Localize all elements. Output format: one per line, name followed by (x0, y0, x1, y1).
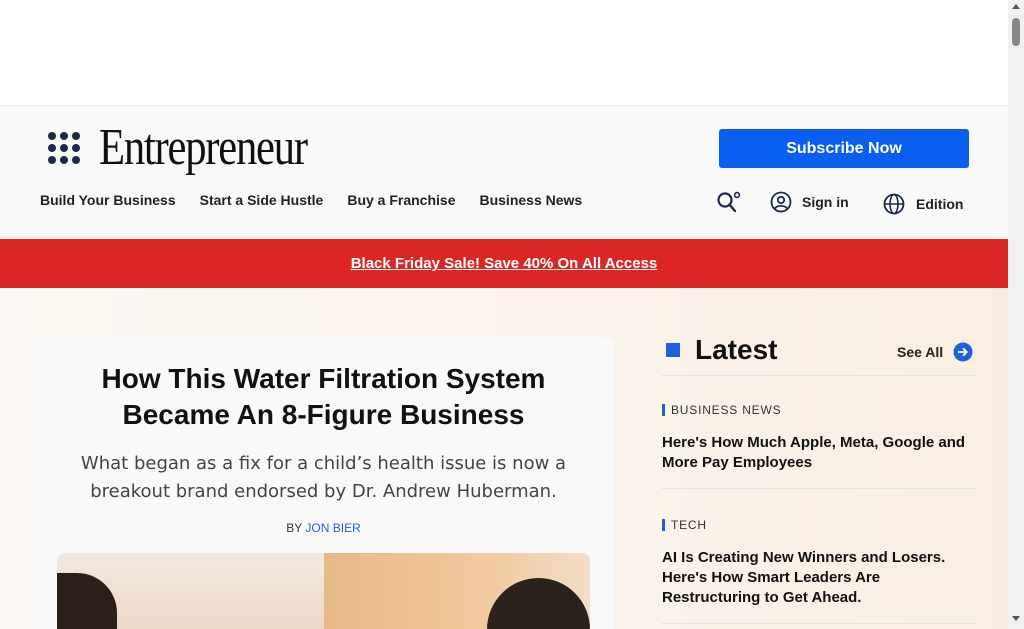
latest-square-icon (666, 343, 680, 357)
signin-label: Sign in (802, 194, 849, 210)
nav-item-buy-a-franchise[interactable]: Buy a Franchise (347, 192, 455, 212)
latest-item[interactable]: TECH AI Is Creating New Winners and Lose… (662, 489, 976, 624)
globe-icon (883, 193, 905, 215)
subscribe-button[interactable]: Subscribe Now (719, 129, 969, 168)
byline: BY JON BIER (33, 521, 614, 535)
site-logo[interactable]: Entrepreneur (99, 118, 308, 178)
see-all-link[interactable]: See All (897, 342, 973, 362)
nav-item-business-news[interactable]: Business News (479, 192, 582, 212)
latest-item[interactable]: BUSINESS NEWS Here's How Much Apple, Met… (662, 377, 976, 489)
latest-item-headline[interactable]: AI Is Creating New Winners and Losers. H… (662, 548, 976, 608)
edition-label: Edition (916, 196, 964, 212)
scroll-thumb[interactable] (1012, 18, 1020, 46)
ad-slot (0, 0, 1008, 106)
arrow-right-icon (953, 342, 973, 362)
feature-image[interactable] (57, 553, 590, 629)
latest-item-category: TECH (662, 518, 707, 532)
feature-dek: What began as a fix for a child’s health… (80, 453, 567, 502)
main-nav: Build Your Business Start a Side Hustle … (40, 192, 582, 212)
latest-title: Latest (695, 334, 778, 365)
scroll-up-icon[interactable] (1012, 4, 1020, 9)
author-link[interactable]: JON BIER (305, 521, 360, 535)
apps-grid-icon[interactable] (48, 132, 80, 164)
scrollbar[interactable] (1008, 0, 1024, 629)
search-icon[interactable] (716, 190, 742, 214)
nav-item-build-your-business[interactable]: Build Your Business (40, 192, 176, 212)
signin-link[interactable]: Sign in (770, 191, 849, 213)
byline-prefix: BY (286, 521, 303, 535)
promo-banner: Black Friday Sale! Save 40% On All Acces… (0, 239, 1008, 288)
latest-header: Latest See All (662, 333, 976, 376)
scroll-down-icon[interactable] (1012, 616, 1020, 621)
latest-item-category: BUSINESS NEWS (662, 403, 781, 417)
promo-link[interactable]: Black Friday Sale! Save 40% On All Acces… (351, 255, 658, 272)
user-icon (770, 191, 792, 213)
latest-item-headline[interactable]: Here's How Much Apple, Meta, Google and … (662, 433, 976, 473)
nav-item-start-a-side-hustle[interactable]: Start a Side Hustle (200, 192, 324, 212)
edition-selector[interactable]: Edition (882, 192, 963, 216)
see-all-label: See All (897, 344, 944, 360)
feature-headline[interactable]: How This Water Filtration System Became … (33, 361, 614, 433)
feature-card: How This Water Filtration System Became … (33, 337, 614, 629)
